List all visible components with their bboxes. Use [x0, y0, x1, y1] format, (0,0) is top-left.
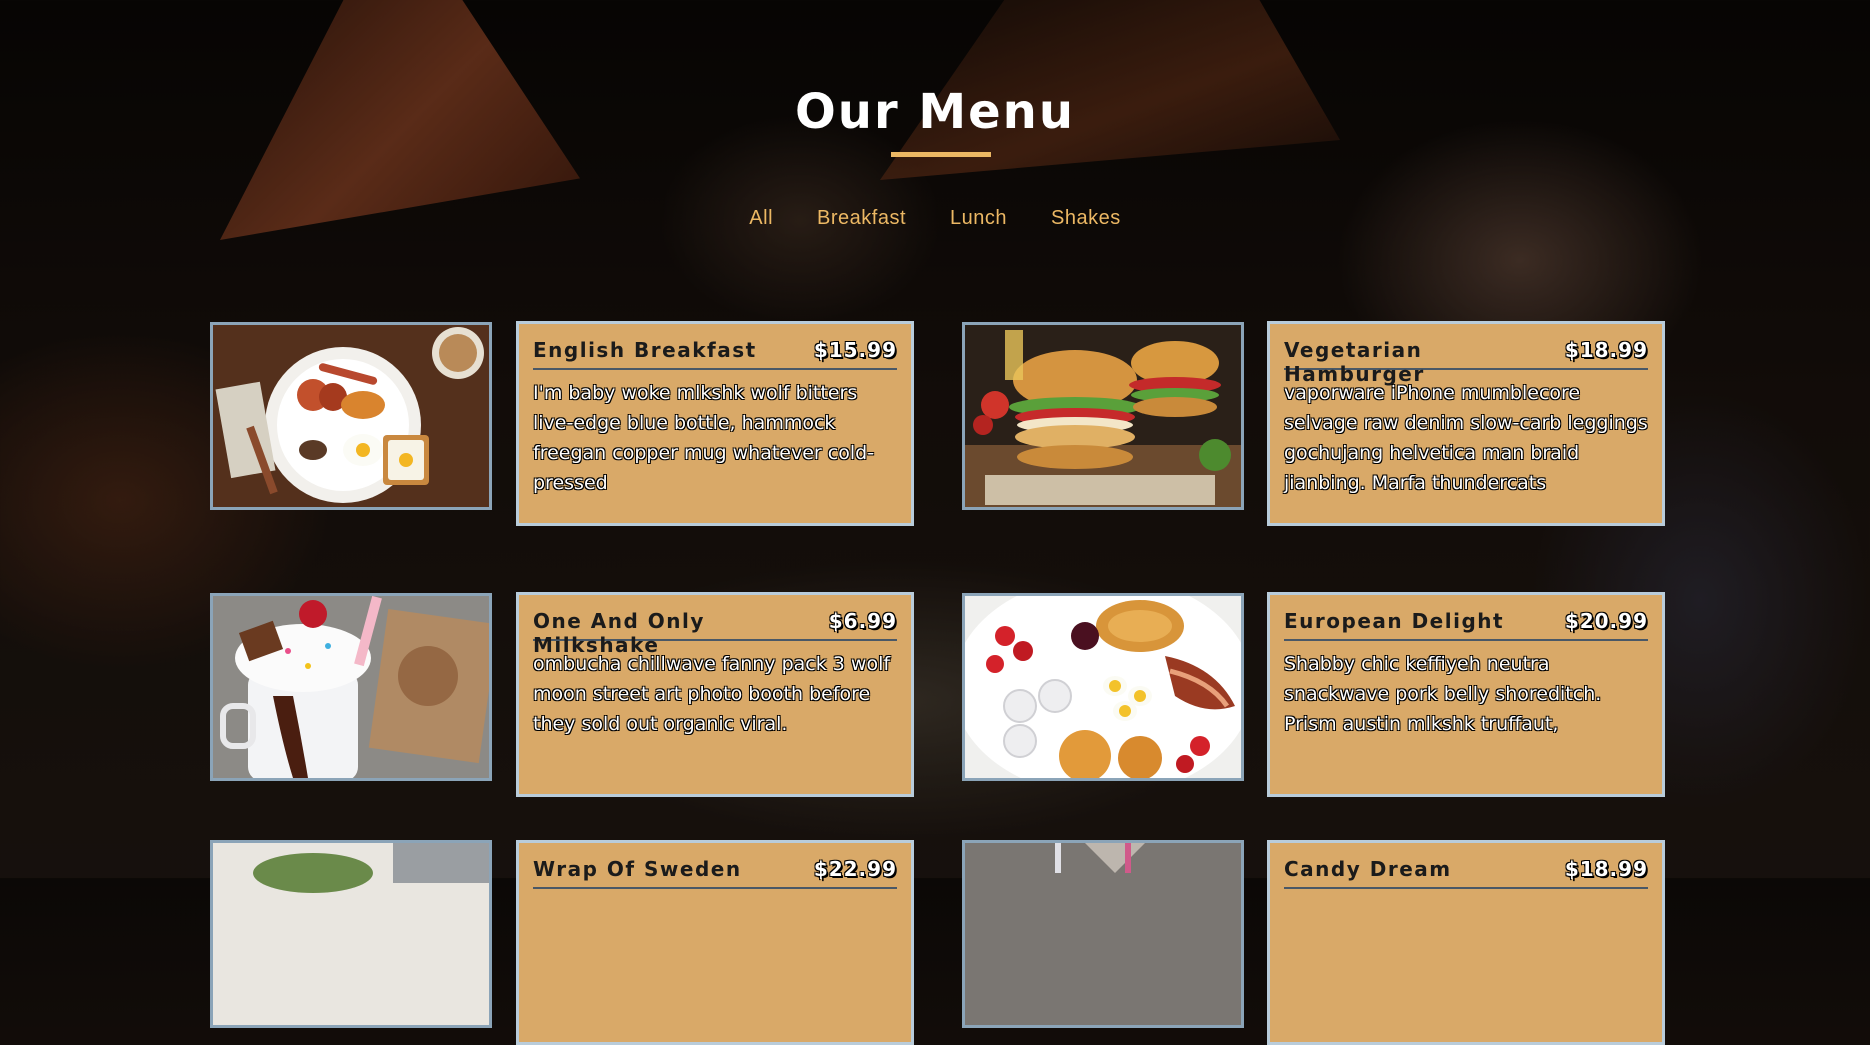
menu-item-card: Wrap Of Sweden $22.99: [516, 840, 914, 1045]
milkshake-photo: [210, 593, 492, 781]
wrap-photo: [210, 840, 492, 1028]
item-name: Candy Dream: [1284, 857, 1452, 881]
item-name: English Breakfast: [533, 338, 757, 362]
menu-section: Our Menu All Breakfast Lunch Shakes Engl…: [0, 0, 1870, 1045]
item-description: vaporware iPhone mumblecore selvage raw …: [1284, 382, 1648, 494]
filter-all-button[interactable]: All: [727, 207, 795, 230]
page-title: Our Menu: [794, 84, 1076, 140]
item-header: Candy Dream $18.99: [1284, 857, 1648, 889]
menu-item-card: European Delight $20.99 Shabby chic keff…: [1267, 592, 1665, 797]
item-header: Vegetarian Hamburger $18.99: [1284, 338, 1648, 386]
candy-dream-photo: [962, 840, 1244, 1028]
item-header: European Delight $20.99: [1284, 609, 1648, 641]
filter-breakfast-button[interactable]: Breakfast: [795, 207, 928, 230]
menu-item-card: English Breakfast $15.99 I'm baby woke m…: [516, 321, 914, 526]
filter-lunch-button[interactable]: Lunch: [928, 207, 1029, 230]
menu-item-card: One And Only Milkshake $6.99 ombucha chi…: [516, 592, 914, 797]
item-price: $20.99: [1564, 609, 1648, 633]
item-description: Shabby chic keffiyeh neutra snackwave po…: [1284, 653, 1602, 735]
english-breakfast-photo: [210, 322, 492, 510]
item-price: $18.99: [1564, 857, 1648, 881]
item-description: I'm baby woke mlkshk wolf bitters live-e…: [533, 382, 875, 494]
item-header: English Breakfast $15.99: [533, 338, 897, 370]
filter-shakes-button[interactable]: Shakes: [1029, 207, 1143, 230]
hamburger-photo: [962, 322, 1244, 510]
item-name: European Delight: [1284, 609, 1505, 633]
menu-item-card: Candy Dream $18.99: [1267, 840, 1665, 1045]
item-price: $6.99: [828, 609, 897, 633]
item-header: One And Only Milkshake $6.99: [533, 609, 897, 657]
item-price: $15.99: [813, 338, 897, 362]
item-price: $18.99: [1564, 338, 1648, 362]
title-underline: [891, 152, 991, 157]
item-header: Wrap Of Sweden $22.99: [533, 857, 897, 889]
item-description: ombucha chillwave fanny pack 3 wolf moon…: [533, 653, 891, 735]
item-name: Wrap Of Sweden: [533, 857, 742, 881]
item-price: $22.99: [813, 857, 897, 881]
filter-bar: All Breakfast Lunch Shakes: [0, 207, 1870, 230]
menu-item-card: Vegetarian Hamburger $18.99 vaporware iP…: [1267, 321, 1665, 526]
european-delight-photo: [962, 593, 1244, 781]
